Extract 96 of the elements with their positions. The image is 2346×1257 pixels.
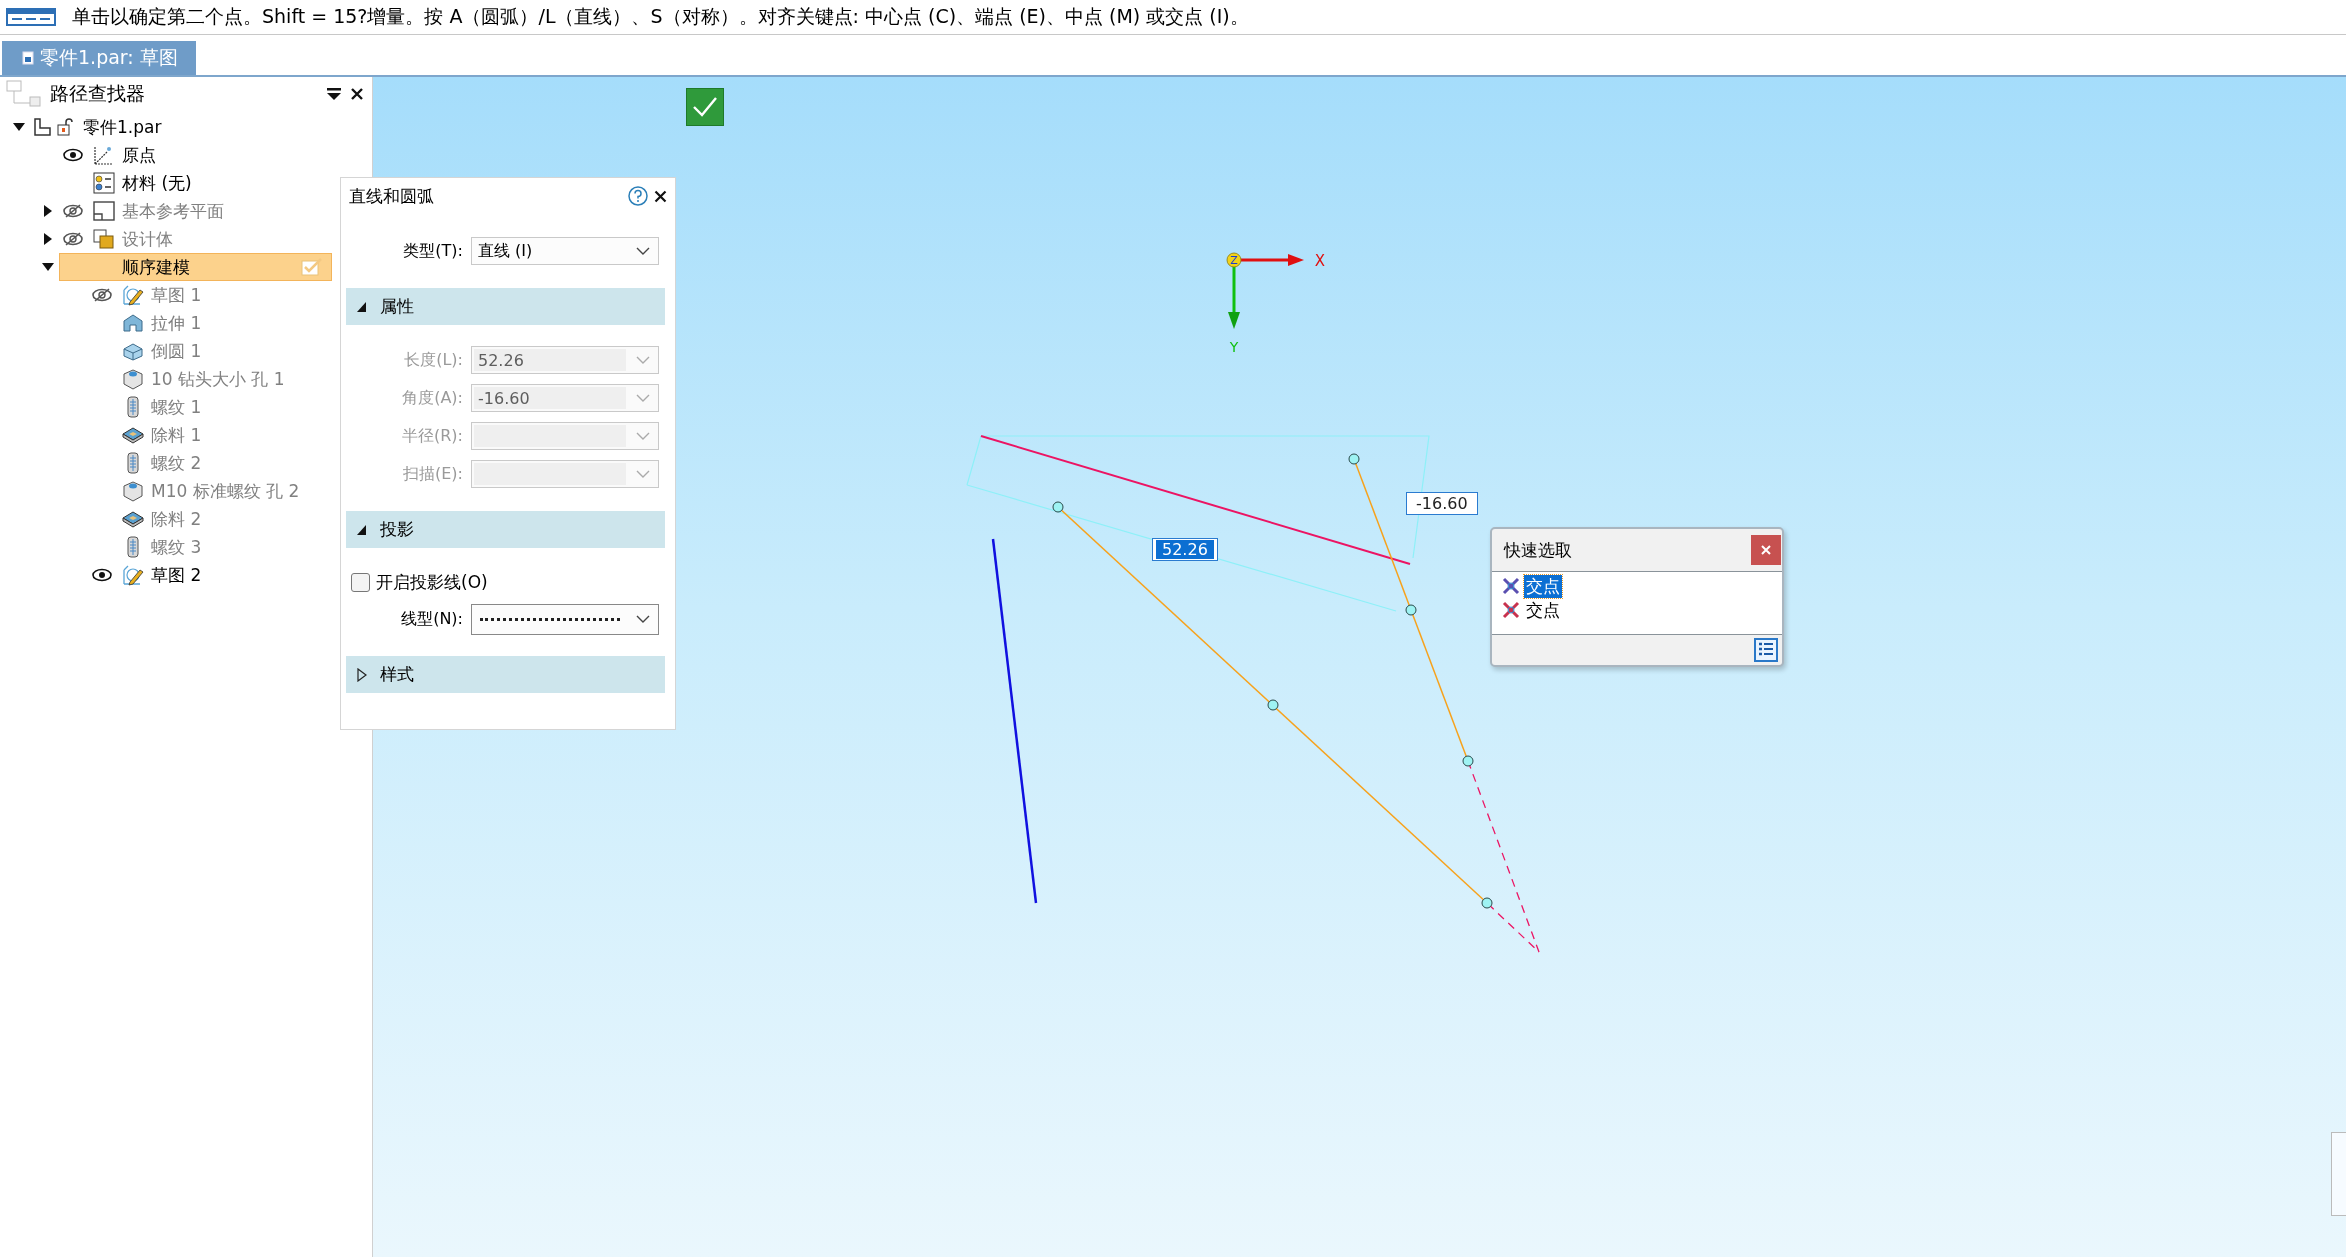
close-icon[interactable]	[350, 87, 364, 101]
y-axis-arrow	[1228, 264, 1240, 329]
tree-item-label[interactable]: 拉伸 1	[151, 311, 331, 335]
check-icon	[301, 258, 323, 276]
round-icon	[122, 341, 144, 361]
origin-marker: Z	[1226, 252, 1242, 268]
tree-item-label[interactable]: 倒圆 1	[151, 339, 331, 363]
close-button[interactable]	[1751, 535, 1781, 565]
keypoint-marker	[1052, 501, 1064, 513]
tree-item-label[interactable]: 草图 2	[151, 563, 331, 587]
tree-item-label[interactable]: 顺序建模	[122, 255, 295, 279]
part-icon	[33, 118, 51, 136]
field-label: 线型(N):	[400, 608, 464, 630]
tree-item-label[interactable]: 螺纹 1	[151, 395, 331, 419]
popup-title: 快速选取	[1504, 538, 1573, 562]
expand-arrow-icon	[356, 667, 368, 682]
plane-icon	[93, 201, 115, 221]
hole-icon	[122, 368, 144, 390]
pathfinder-icon	[6, 80, 42, 108]
list-icon[interactable]	[1754, 638, 1778, 662]
axis-label: Y	[1229, 339, 1239, 355]
field-label: 类型(T):	[402, 240, 464, 262]
close-icon	[1761, 545, 1771, 555]
field-label: 角度(A):	[401, 387, 464, 409]
line-type-dropdown[interactable]	[471, 603, 659, 635]
tree-item-label[interactable]: 除料 1	[151, 423, 331, 447]
dropdown-caret-icon[interactable]	[636, 614, 650, 624]
dropdown-field[interactable]: 直线 (I)	[471, 237, 659, 265]
section-header[interactable]: 样式	[346, 656, 665, 693]
section-header[interactable]: 投影	[346, 511, 665, 548]
intersection-icon	[1502, 577, 1520, 595]
tree-item-label[interactable]: 除料 2	[151, 507, 331, 531]
dropdown-field[interactable]	[471, 422, 659, 450]
section-title: 属性	[380, 295, 414, 318]
material-icon	[93, 172, 115, 194]
extrude-icon	[122, 313, 144, 333]
lock-icon	[57, 118, 75, 136]
help-icon[interactable]	[628, 186, 648, 206]
x-axis-arrow	[1238, 254, 1304, 266]
intersection-icon	[1502, 601, 1520, 619]
thread-icon	[126, 396, 140, 418]
checkbox-label: 开启投影线(O)	[376, 570, 488, 594]
close-icon[interactable]	[654, 189, 667, 203]
body-icon	[93, 229, 115, 249]
tree-item-label[interactable]: 零件1.par	[83, 115, 331, 139]
hole-icon	[122, 480, 144, 502]
keypoint-marker	[1348, 453, 1360, 465]
tree-item-label[interactable]: 原点	[122, 143, 331, 167]
prompt-text: 单击以确定第二个点。Shift = 15?增量。按 A（圆弧）/L（直线）、S（对称）。对齐关键点: 中心点 (C)、端点 (E)、中点 (M) 或交点 (I)。	[72, 4, 1249, 29]
eye-icon[interactable]	[63, 148, 83, 162]
eye-icon[interactable]	[92, 568, 112, 582]
sketch-pencil-icon	[122, 564, 144, 586]
cutout-icon	[122, 510, 144, 528]
section-title: 投影	[380, 518, 414, 541]
quick-pick-item[interactable]: 交点	[1524, 598, 1562, 622]
dimension-value-box[interactable]: 52.26	[1152, 538, 1218, 561]
document-tab[interactable]: 零件1.par: 草图	[2, 41, 196, 75]
dimension-value-box[interactable]: -16.60	[1406, 492, 1478, 515]
tree-row-highlight[interactable]: 顺序建模	[59, 253, 332, 281]
axes-icon	[93, 144, 115, 166]
tree-item-label[interactable]: 材料 (无)	[122, 171, 331, 195]
tree-item-label[interactable]: 设计体	[122, 227, 331, 251]
section-title: 样式	[380, 663, 414, 686]
hidden-eye-icon[interactable]	[92, 288, 112, 302]
thread-icon	[126, 452, 140, 474]
tree-item-label[interactable]: M10 标准螺纹 孔 2	[151, 479, 331, 503]
keypoint-marker	[1267, 699, 1279, 711]
keypoint-marker	[1481, 897, 1493, 909]
tree-item-label[interactable]: 10 钻头大小 孔 1	[151, 367, 331, 391]
sketch-pencil-icon	[122, 284, 144, 306]
prompt-bar-icon	[6, 8, 56, 26]
dropdown-caret-icon[interactable]	[636, 246, 650, 256]
axis-label: X	[1314, 252, 1326, 270]
tree-item-label[interactable]: 螺纹 3	[151, 535, 331, 559]
field-label: 长度(L):	[403, 349, 464, 371]
panel-title: 路径查找器	[50, 81, 146, 106]
dropdown-field[interactable]	[471, 460, 659, 488]
field-label: 半径(R):	[401, 425, 464, 447]
accept-button[interactable]	[686, 88, 724, 126]
dialog-title: 直线和圆弧	[349, 184, 435, 208]
document-icon	[22, 51, 34, 65]
section-header[interactable]: 属性	[346, 288, 665, 325]
keypoint-marker	[1405, 604, 1417, 616]
hidden-eye-icon[interactable]	[63, 204, 83, 218]
tree-item-label[interactable]: 基本参考平面	[122, 199, 331, 223]
thread-icon	[126, 536, 140, 558]
field-label: 扫描(E):	[402, 463, 464, 485]
hidden-eye-icon[interactable]	[63, 232, 83, 246]
tree-item-label[interactable]: 螺纹 2	[151, 451, 331, 475]
cutout-icon	[122, 426, 144, 444]
keypoint-marker	[1462, 755, 1474, 767]
checkbox[interactable]	[351, 572, 370, 592]
tree-item-label[interactable]: 草图 1	[151, 283, 331, 307]
panel-menu-icon[interactable]	[326, 87, 342, 101]
quick-pick-item[interactable]: 交点	[1524, 574, 1562, 598]
checkmark-icon	[692, 96, 718, 118]
